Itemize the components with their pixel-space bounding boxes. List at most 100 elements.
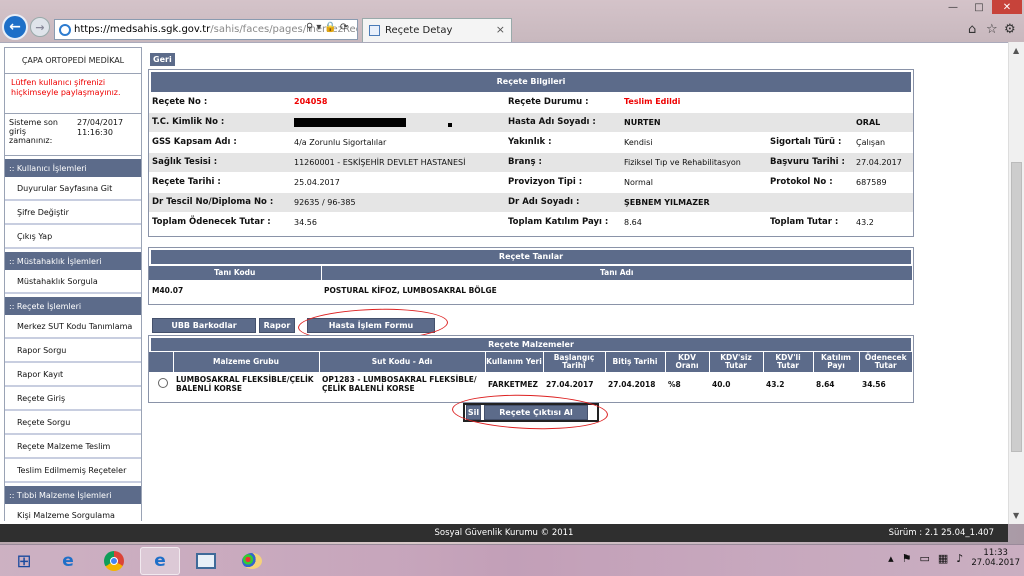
forward-button[interactable]: →	[30, 17, 50, 37]
sidebar-item-recete-sorgu[interactable]: Reçete Sorgu	[5, 411, 141, 435]
sidebar-item-kisi-malzeme[interactable]: Kişi Malzeme Sorgulama	[5, 504, 141, 524]
row-select-radio[interactable]	[149, 372, 173, 396]
page-viewport: ÇAPA ORTOPEDİ MEDİKAL Lütfen kullanıcı ş…	[0, 42, 1008, 524]
sidebar-item-rapor-kayit[interactable]: Rapor Kayıt	[5, 363, 141, 387]
prescription-info-panel: Reçete Bilgileri Reçete No : 204058 Reçe…	[148, 69, 914, 237]
minimize-button[interactable]: —	[940, 0, 966, 14]
materials-title: Reçete Malzemeler	[151, 338, 911, 351]
sidebar-item-sifre-degistir[interactable]: Şifre Değiştir	[5, 201, 141, 225]
last-login-date: 27/04/2017	[77, 118, 124, 127]
scroll-thumb[interactable]	[1011, 162, 1022, 452]
favorites-icon[interactable]: ☆	[986, 22, 998, 37]
refresh-icon[interactable]: ⟳	[340, 22, 351, 33]
tray-arrow-icon[interactable]: ▴	[888, 552, 894, 565]
label: Dr Adı Soyadı :	[505, 192, 621, 213]
sut-code: OP1283 - LUMBOSAKRAL FLEKSİBLE/ÇELİK BAL…	[322, 375, 477, 393]
column-header: Malzeme Grubu	[173, 352, 320, 372]
search-icon[interactable]: ⚲	[306, 22, 316, 33]
chrome-taskbar-icon[interactable]	[94, 547, 134, 575]
amount-excl-vat: 40.0	[712, 379, 731, 389]
application-date-value: 27.04.2017	[853, 152, 913, 173]
relation-value: Kendisi	[621, 132, 767, 153]
last-login-label: Sisteme son giriş zamanınız:	[9, 118, 58, 146]
ie-active-taskbar-icon[interactable]: e	[140, 547, 180, 575]
ubb-barcodes-button[interactable]: UBB Barkodlar	[152, 318, 256, 333]
section-recete: :: Reçete İşlemleri	[5, 297, 141, 315]
info-row: Sağlık Tesisi : 11260001 - ESKİŞEHİR DEV…	[149, 152, 913, 173]
table-header-row: Tanı Kodu Tanı Adı	[149, 266, 913, 280]
label: Hasta Adı Soyadı :	[505, 112, 621, 133]
sidebar-item-merkez-sut[interactable]: Merkez SUT Kodu Tanımlama	[5, 315, 141, 339]
sidebar-item-malzeme-teslim[interactable]: Reçete Malzeme Teslim	[5, 435, 141, 459]
tab-close-icon[interactable]: ×	[496, 23, 505, 36]
table-row: M40.07 POSTURAL KİFOZ, LUMBOSAKRAL BÖLGE	[149, 280, 913, 300]
column-header: Tanı Adı	[321, 266, 913, 280]
label: T.C. Kimlik No :	[149, 112, 291, 133]
label: Protokol No :	[767, 172, 853, 193]
scroll-down-icon[interactable]: ▼	[1013, 511, 1019, 520]
label: Sigortalı Türü :	[767, 132, 853, 153]
column-header: KDV Oranı	[665, 352, 710, 372]
section-tibbi-malzeme: :: Tıbbi Malzeme İşlemleri	[5, 486, 141, 504]
prescription-date-value: 25.04.2017	[291, 172, 505, 193]
facility-value: 11260001 - ESKİŞEHİR DEVLET HASTANESİ	[291, 152, 505, 173]
address-actions[interactable]: ⚲▾🔒⟳	[306, 22, 351, 33]
info-row: Reçete No : 204058 Reçete Durumu : Tesli…	[149, 92, 913, 113]
url-host: https://medsahis.sgk.gov.tr	[74, 24, 211, 35]
scroll-up-icon[interactable]: ▲	[1013, 46, 1019, 55]
vertical-scrollbar[interactable]: ▲ ▼	[1008, 42, 1024, 524]
sidebar-item-teslim-edilmemis[interactable]: Teslim Edilmemiş Reçeteler	[5, 459, 141, 483]
start-button[interactable]: ⊞	[4, 547, 44, 575]
paint-taskbar-icon[interactable]	[232, 547, 272, 575]
windows-icon: ⊞	[16, 550, 32, 572]
label: Branş :	[505, 152, 621, 173]
last-login: Sisteme son giriş zamanınız: 27/04/2017 …	[5, 114, 141, 156]
battery-icon[interactable]: ▭	[919, 552, 929, 565]
clock[interactable]: 11:33 27.04.2017	[971, 548, 1020, 568]
info-row: GSS Kapsam Adı : 4/a Zorunlu Sigortalıla…	[149, 132, 913, 153]
back-arrow-icon: ←	[9, 19, 21, 35]
footer: Sosyal Güvenlik Kurumu © 2011 Sürüm : 2.…	[0, 524, 1008, 542]
diagnosis-title: Reçete Tanılar	[151, 250, 911, 264]
label: Reçete No :	[149, 92, 291, 113]
materials-table: Malzeme Grubu Sut Kodu - Adı Kullanım Ye…	[149, 352, 913, 396]
report-button[interactable]: Rapor	[259, 318, 295, 333]
maximize-button[interactable]: □	[966, 0, 992, 14]
back-link[interactable]: Geri	[150, 53, 175, 66]
diagnosis-panel: Reçete Tanılar Tanı Kodu Tanı Adı M40.07…	[148, 247, 914, 305]
column-header: Bitiş Tarihi	[605, 352, 666, 372]
label: Reçete Durumu :	[505, 92, 621, 113]
sidebar-item-rapor-sorgu[interactable]: Rapor Sorgu	[5, 339, 141, 363]
close-window-button[interactable]: ✕	[992, 0, 1022, 14]
sidebar-item-duyurular[interactable]: Duyurular Sayfasına Git	[5, 177, 141, 201]
label: Toplam Ödenecek Tutar :	[149, 212, 291, 233]
column-header: Tanı Kodu	[149, 266, 322, 280]
sidebar-item-mustahaklik-sorgula[interactable]: Müstahaklık Sorgula	[5, 270, 141, 294]
ie-taskbar-icon[interactable]: e	[48, 547, 88, 575]
column-header: Ödenecek Tutar	[859, 352, 913, 372]
gear-icon[interactable]: ⚙	[1004, 22, 1016, 37]
home-icon[interactable]: ⌂	[968, 22, 976, 37]
vat-rate: %8	[668, 379, 681, 389]
back-button[interactable]: ←	[2, 14, 28, 40]
network-icon[interactable]: ▦	[938, 552, 948, 565]
prescription-status: Teslim Edildi	[621, 92, 767, 113]
window-taskbar-icon[interactable]	[186, 547, 226, 575]
tc-redacted	[291, 112, 505, 133]
version: Sürüm : 2.1 25.04_1.407	[888, 528, 994, 538]
sidebar-item-recete-giris[interactable]: Reçete Giriş	[5, 387, 141, 411]
browser-tab[interactable]: Reçete Detay ×	[362, 18, 512, 42]
page-icon	[369, 25, 380, 36]
sidebar: ÇAPA ORTOPEDİ MEDİKAL Lütfen kullanıcı ş…	[4, 47, 142, 524]
material-group: LUMBOSAKRAL FLEKSİBLE/ÇELİK BALENLİ KORS…	[176, 375, 314, 393]
system-tray: ▴ ⚑ ▭ ▦ ♪ 11:33 27.04.2017	[888, 548, 1020, 568]
prescription-info-table: Reçete No : 204058 Reçete Durumu : Tesli…	[149, 92, 913, 233]
table-row[interactable]: LUMBOSAKRAL FLEKSİBLE/ÇELİK BALENLİ KORS…	[149, 372, 913, 396]
volume-icon[interactable]: ♪	[956, 552, 963, 565]
total-value: 43.2	[853, 212, 913, 233]
label: Provizyon Tipi :	[505, 172, 621, 193]
flag-icon[interactable]: ⚑	[902, 552, 912, 565]
section-mustahaklik: :: Müstahaklık İşlemleri	[5, 252, 141, 270]
sidebar-item-cikis[interactable]: Çıkış Yap	[5, 225, 141, 249]
end-date: 27.04.2018	[608, 379, 656, 389]
